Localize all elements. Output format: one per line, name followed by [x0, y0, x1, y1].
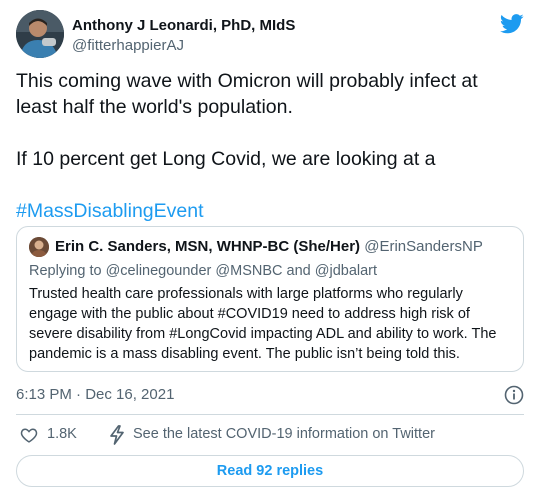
quoted-author-name: Erin C. Sanders, MSN, WHNP-BC (She/Her): [55, 238, 361, 255]
tweet-text: This coming wave with Omicron will proba…: [16, 68, 526, 224]
author-name[interactable]: Anthony J Leonardi, PhD, MIdS: [72, 16, 295, 36]
tweet-line: least half the world's population.: [16, 96, 293, 118]
hashtag-link[interactable]: #MassDisablingEvent: [16, 198, 526, 224]
tweet-line: This coming wave with Omicron will proba…: [16, 70, 478, 92]
quoted-line: pandemic is a mass disabling event. The …: [29, 346, 460, 362]
replying-to: Replying to @celinegounder @MSNBC and @j…: [29, 263, 378, 279]
info-icon[interactable]: [504, 385, 524, 405]
quoted-line: engage with the public about #COVID19 ne…: [29, 306, 470, 322]
lightning-icon: [110, 425, 124, 445]
author-info[interactable]: Anthony J Leonardi, PhD, MIdS @fitterhap…: [72, 16, 295, 56]
quoted-line: severe disability from #LongCovid impact…: [29, 326, 497, 342]
read-replies-button[interactable]: Read 92 replies: [16, 455, 524, 487]
tweet-line: If 10 percent get Long Covid, we are loo…: [16, 148, 436, 170]
divider: [16, 414, 524, 415]
covid-info-link[interactable]: See the latest COVID-19 information on T…: [133, 426, 435, 442]
twitter-bird-icon[interactable]: [500, 14, 524, 34]
tweet-card: Anthony J Leonardi, PhD, MIdS @fitterhap…: [0, 0, 540, 502]
quoted-tweet-text: Trusted health care professionals with l…: [29, 284, 517, 364]
tweet-timestamp[interactable]: 6:13 PM · Dec 16, 2021: [16, 385, 174, 405]
quoted-tweet[interactable]: Erin C. Sanders, MSN, WHNP-BC (She/Her) …: [16, 226, 524, 372]
author-handle[interactable]: @fitterhappierAJ: [72, 36, 295, 56]
quoted-author-avatar: [29, 237, 49, 257]
quoted-author: Erin C. Sanders, MSN, WHNP-BC (She/Her) …: [55, 237, 483, 257]
like-count[interactable]: 1.8K: [47, 426, 77, 442]
author-avatar[interactable]: [16, 10, 64, 58]
quoted-author-handle: @ErinSandersNP: [364, 238, 483, 255]
heart-icon[interactable]: [20, 426, 38, 444]
quoted-line: Trusted health care professionals with l…: [29, 286, 463, 302]
